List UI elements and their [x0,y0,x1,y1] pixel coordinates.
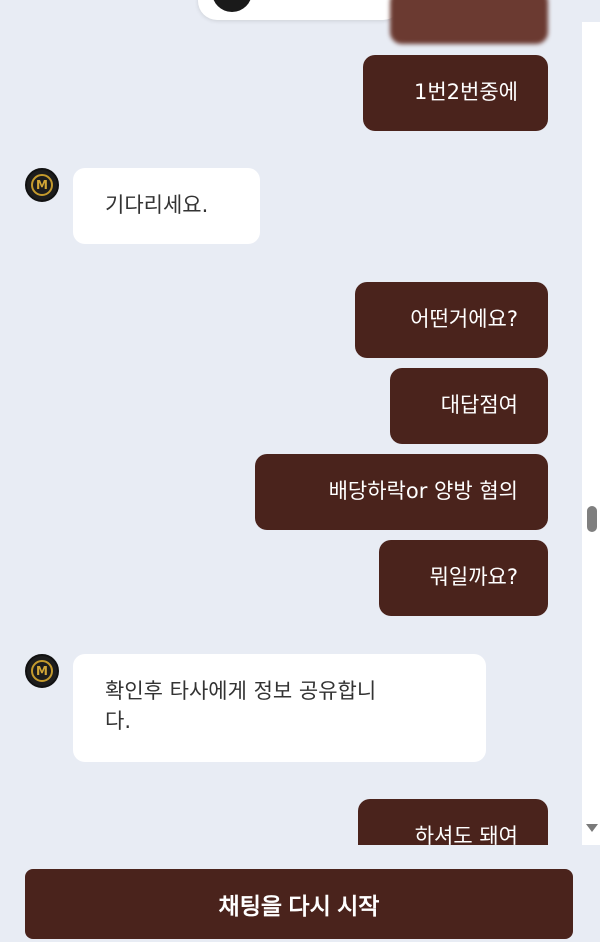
bot-avatar: M [25,168,59,202]
message-text: 대답점여 [440,393,518,417]
user-message-bubble: 뭐일까요? [379,540,548,616]
bot-avatar: M [25,654,59,688]
user-message-bubble: 배당하락or 양방 혐의 [255,454,548,530]
user-message-bubble: 1번2번중에 [363,55,548,131]
message-text: 뭐일까요? [429,565,518,589]
user-message-bubble: 대답점여 [390,368,548,444]
message-text: 배당하락or 양방 혐의 [328,479,518,503]
chat-message-area[interactable]: 1번2번중에 M 기다리세요. 어떤거에요? 대답점여 배당하락or 양방 혐의… [0,0,582,845]
bot-message-bubble: 기다리세요. [73,168,260,244]
bot-message-bubble: 확인후 타사에게 정보 공유합니 다. [73,654,486,762]
message-text: 1번2번중에 [413,80,518,104]
user-message-bubble: 하셔도 돼여 [358,799,548,845]
scroll-down-arrow-icon[interactable] [586,824,598,832]
scrollbar-thumb[interactable] [587,506,597,532]
message-text: 어떤거에요? [410,307,518,331]
user-message-bubble-previous [390,0,548,44]
message-text: 기다리세요. [105,193,209,217]
chat-scrollbar[interactable] [582,22,600,845]
user-message-bubble: 어떤거에요? [355,282,548,358]
m-logo-icon: M [36,178,48,192]
message-text: 하셔도 돼여 [414,824,518,845]
message-text-line: 확인후 타사에게 정보 공유합니 [105,679,377,703]
m-logo-icon: M [36,664,48,678]
restart-chat-button[interactable]: 채팅을 다시 시작 [25,869,573,939]
chat-header-pill [198,0,402,20]
brand-logo-icon [212,0,252,12]
message-text-line: 다. [105,709,131,733]
